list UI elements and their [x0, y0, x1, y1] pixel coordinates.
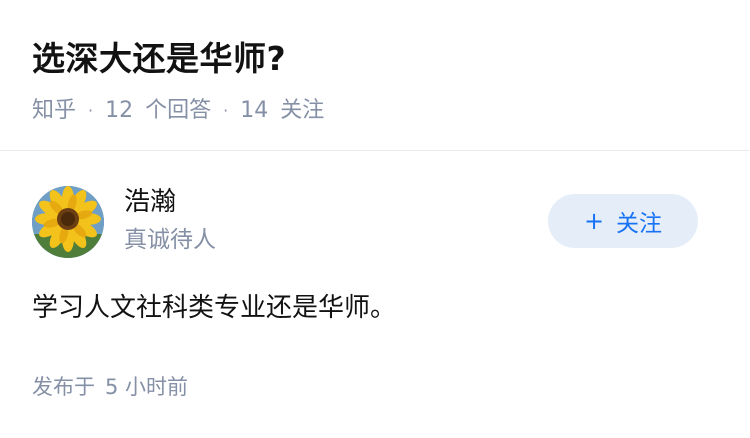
- source-label[interactable]: 知乎: [32, 96, 76, 126]
- question-header: 选深大还是华师? 知乎 · 12 个回答 · 14 关注: [32, 34, 718, 126]
- published-time: 5 小时前: [105, 375, 189, 399]
- meta-separator-dot: ·: [223, 101, 229, 120]
- publish-time: 发布于 5 小时前: [32, 372, 188, 402]
- author-bio: 真诚待人: [124, 227, 216, 253]
- follow-count: 14: [240, 98, 269, 123]
- header-divider: [0, 150, 750, 151]
- author-info: 浩瀚 真诚待人: [124, 184, 216, 256]
- follow-button[interactable]: + 关注: [548, 194, 698, 248]
- question-title[interactable]: 选深大还是华师?: [32, 34, 718, 84]
- meta-separator-dot: ·: [88, 101, 94, 120]
- answer-count-label: 个回答: [145, 98, 212, 123]
- question-body: 学习人文社科类专业还是华师。: [32, 293, 397, 323]
- plus-icon: +: [583, 207, 605, 235]
- follow-count-label: 关注: [280, 98, 325, 123]
- answer-count: 12: [105, 98, 134, 123]
- author-name[interactable]: 浩瀚: [124, 184, 216, 220]
- sunflower-avatar-icon: [32, 186, 104, 258]
- follow-button-label: 关注: [616, 211, 663, 237]
- author-row: 浩瀚 真诚待人 + 关注: [32, 184, 698, 260]
- published-label: 发布于: [32, 375, 95, 399]
- question-meta: 知乎 · 12 个回答 · 14 关注: [32, 96, 718, 126]
- avatar[interactable]: [32, 186, 104, 258]
